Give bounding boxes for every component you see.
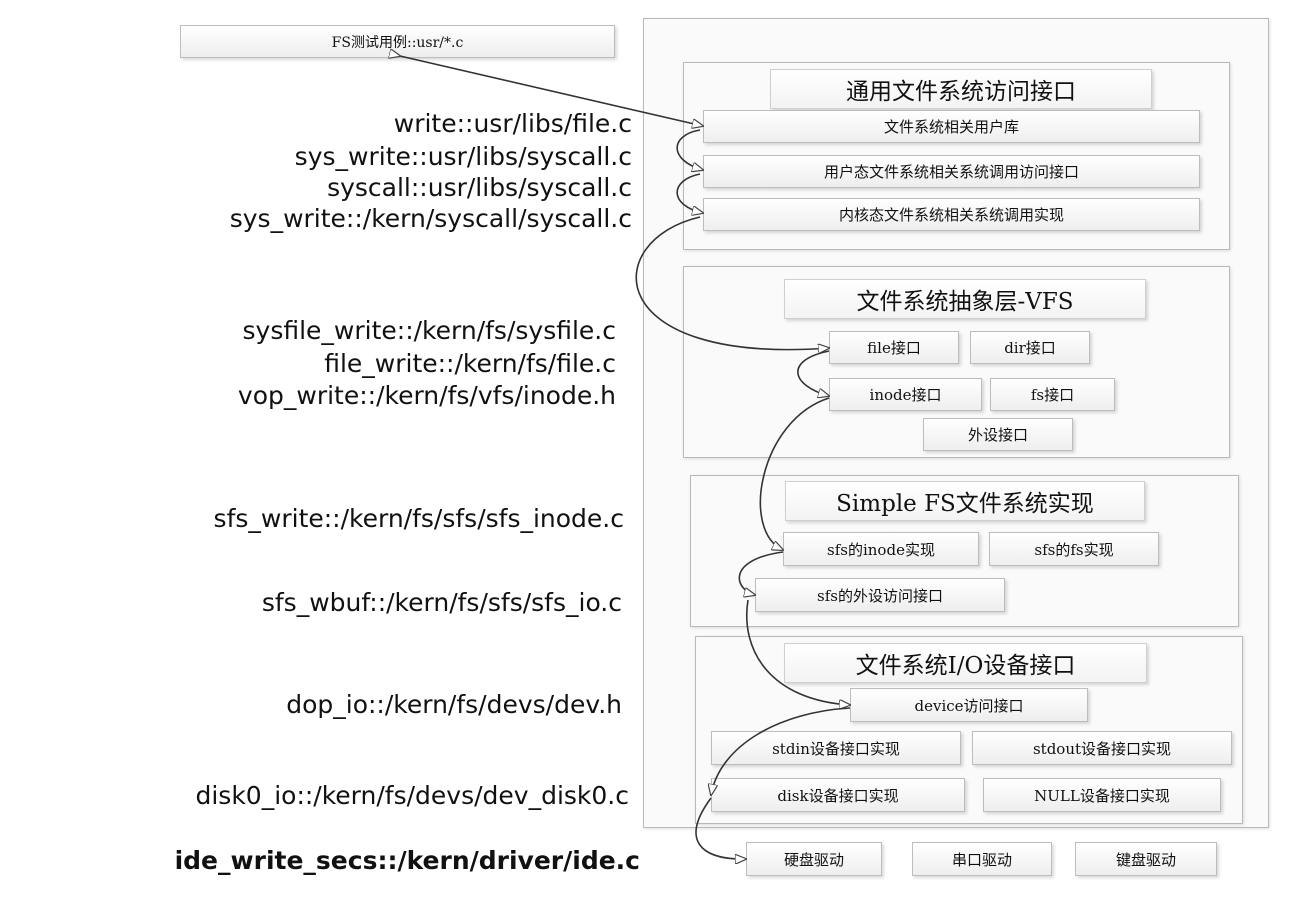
call-sysfile-write: sysfile_write::/kern/fs/sysfile.c: [242, 316, 616, 345]
peripheral-interface-box: 外设接口: [923, 418, 1073, 451]
fs-interface-box: fs接口: [990, 378, 1115, 411]
call-file-write: file_write::/kern/fs/file.c: [324, 349, 616, 378]
call-sfs-wbuf: sfs_wbuf::/kern/fs/sfs/sfs_io.c: [261, 588, 622, 617]
null-device-box: NULL设备接口实现: [983, 778, 1221, 812]
user-fs-lib-box: 文件系统相关用户库: [703, 110, 1200, 143]
call-sfs-write: sfs_write::/kern/fs/sfs/sfs_inode.c: [213, 504, 624, 533]
file-interface-box: file接口: [829, 331, 959, 364]
call-ide-write-secs: ide_write_secs::/kern/driver/ide.c: [174, 846, 640, 875]
keyboard-driver-box: 键盘驱动: [1075, 842, 1217, 876]
call-write: write::usr/libs/file.c: [393, 109, 632, 138]
call-vop-write: vop_write::/kern/fs/vfs/inode.h: [237, 381, 616, 410]
disk-driver-box: 硬盘驱动: [746, 842, 882, 876]
kernel-syscall-impl-box: 内核态文件系统相关系统调用实现: [703, 198, 1200, 231]
device-access-box: device访问接口: [850, 688, 1088, 722]
sfs-layer-title: Simple FS文件系统实现: [785, 481, 1145, 521]
disk-device-box: disk设备接口实现: [711, 778, 965, 812]
call-sys-write-user: sys_write::usr/libs/syscall.c: [294, 142, 632, 171]
stdout-device-box: stdout设备接口实现: [972, 731, 1232, 765]
io-layer-title: 文件系统I/O设备接口: [784, 643, 1147, 683]
call-syscall: syscall::usr/libs/syscall.c: [327, 173, 632, 202]
call-disk0-io: disk0_io::/kern/fs/devs/dev_disk0.c: [195, 781, 629, 810]
general-layer-title: 通用文件系统访问接口: [770, 69, 1152, 109]
sfs-inode-impl-box: sfs的inode实现: [783, 532, 979, 566]
call-sys-write-kern: sys_write::/kern/syscall/syscall.c: [229, 204, 632, 233]
sfs-fs-impl-box: sfs的fs实现: [989, 532, 1159, 566]
sfs-peripheral-access-box: sfs的外设访问接口: [755, 578, 1005, 612]
serial-driver-box: 串口驱动: [912, 842, 1052, 876]
user-syscall-interface-box: 用户态文件系统相关系统调用访问接口: [703, 155, 1200, 188]
vfs-layer-title: 文件系统抽象层-VFS: [784, 279, 1146, 319]
inode-interface-box: inode接口: [829, 378, 982, 411]
dir-interface-box: dir接口: [970, 331, 1090, 364]
stdin-device-box: stdin设备接口实现: [711, 731, 961, 765]
test-case-box: FS测试用例::usr/*.c: [180, 25, 615, 58]
call-dop-io: dop_io::/kern/fs/devs/dev.h: [286, 690, 622, 719]
